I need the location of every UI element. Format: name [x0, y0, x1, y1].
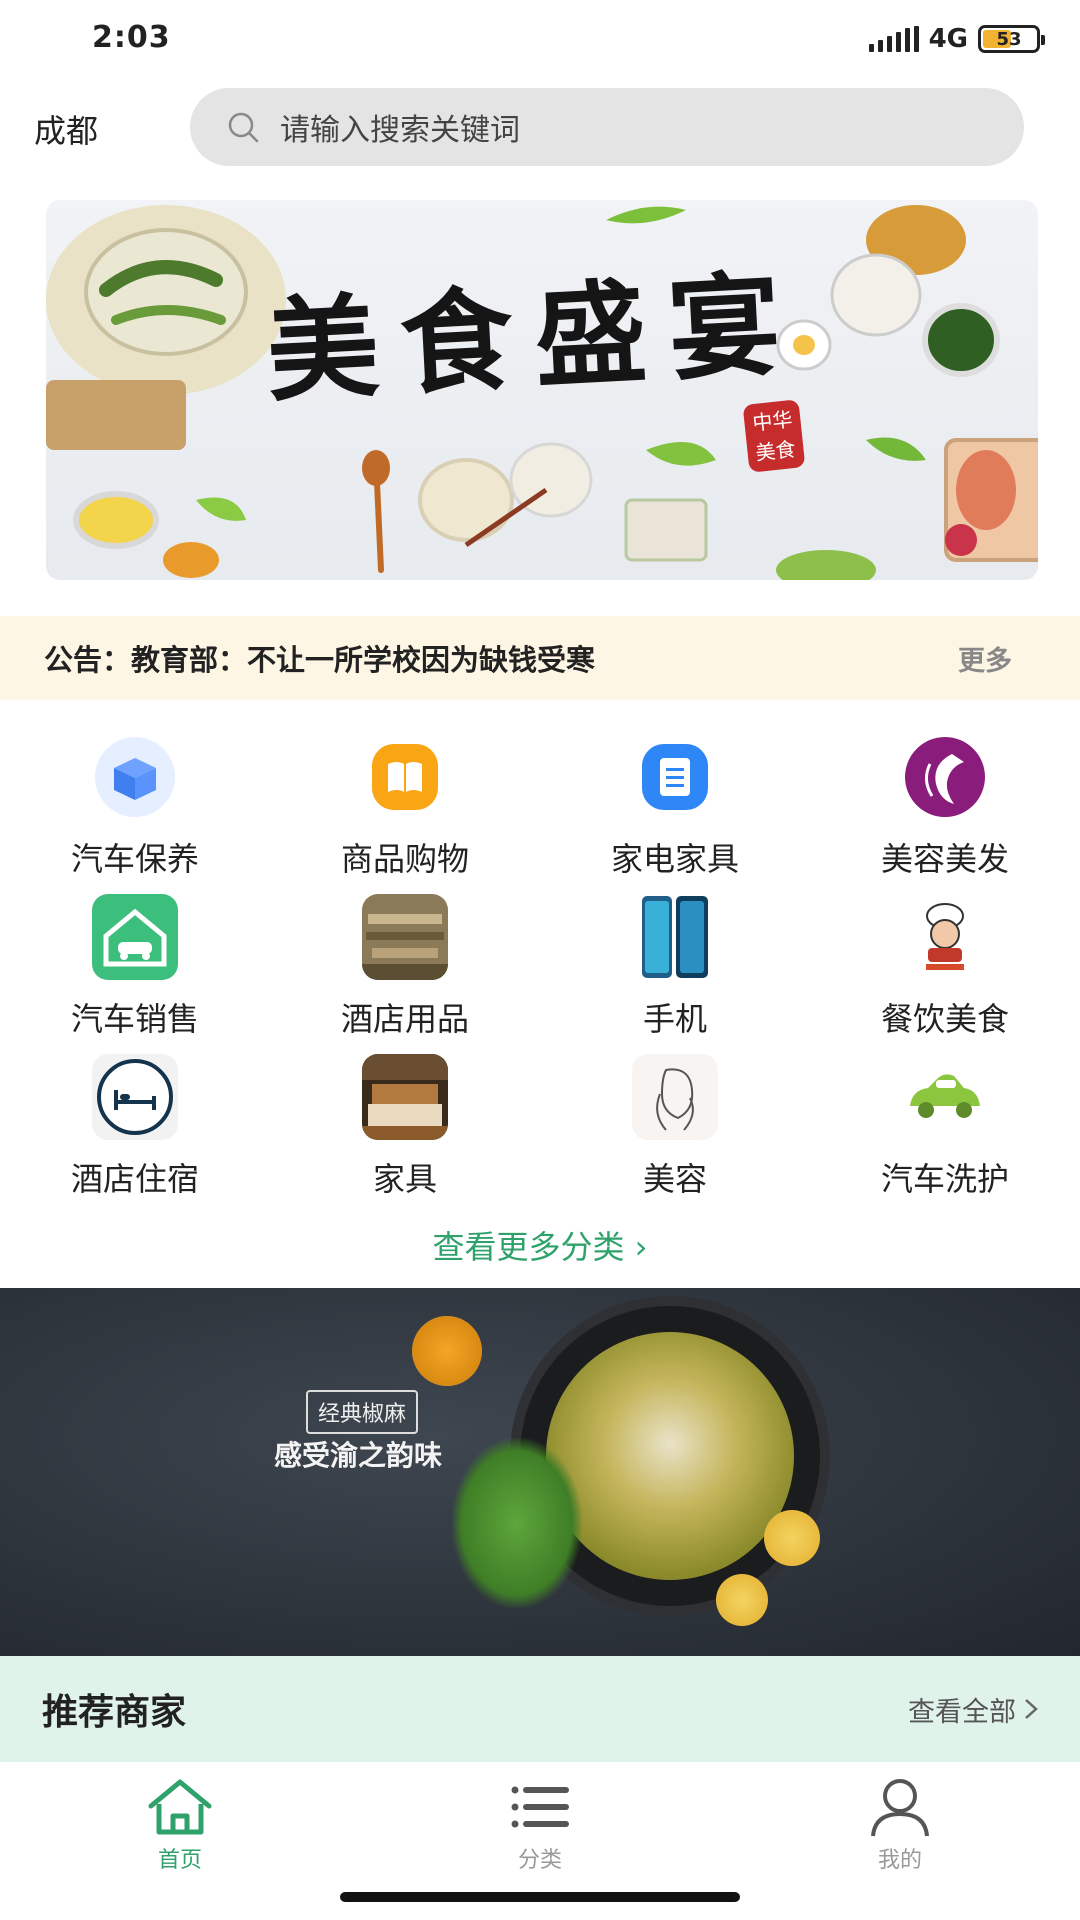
view-all-link[interactable]: 查看全部 [908, 1690, 1038, 1729]
city-selector[interactable]: 成都 [34, 106, 98, 152]
category-label: 餐饮美食 [880, 1000, 1009, 1038]
shopping-book-icon [362, 734, 448, 820]
hairdressing-icon [902, 734, 988, 820]
category-label: 美容 [642, 1160, 707, 1198]
nav-category-label: 分类 [517, 1848, 562, 1873]
chevron-right-icon [1025, 1699, 1038, 1719]
category-car-maintenance[interactable]: 汽车保养 [0, 730, 270, 890]
hotel-bed-icon [92, 1054, 178, 1140]
category-label: 家电家具 [610, 840, 739, 878]
status-time: 2:03 [92, 20, 171, 55]
category-appliances[interactable]: 家电家具 [540, 730, 810, 890]
search-input[interactable]: 请输入搜索关键词 [190, 88, 1024, 166]
category-hairdressing[interactable]: 美容美发 [810, 730, 1080, 890]
network-label: 4G [928, 24, 968, 54]
banner-soup [546, 1332, 794, 1580]
category-furniture[interactable]: 家具 [270, 1050, 540, 1210]
category-label: 手机 [642, 1000, 707, 1038]
category-phone[interactable]: 手机 [540, 890, 810, 1050]
appliance-clipboard-icon [632, 734, 718, 820]
user-icon [871, 1779, 929, 1837]
phone-icon [632, 894, 718, 980]
battery-icon: 53 [978, 25, 1045, 53]
car-sales-icon [92, 894, 178, 980]
recommended-merchants-header: 推荐商家 查看全部 [0, 1656, 1080, 1762]
search-icon [228, 112, 259, 143]
beauty-icon [632, 1054, 718, 1140]
car-maintenance-box-icon [92, 734, 178, 820]
category-car-wash[interactable]: 汽车洗护 [810, 1050, 1080, 1210]
status-indicators: 4G 53 [868, 24, 1045, 54]
banner-greens [452, 1438, 582, 1608]
announcement-bar[interactable]: 公告：教育部：不让一所学校因为缺钱受寒 更多 [0, 616, 1080, 700]
category-label: 商品购物 [340, 840, 469, 878]
car-wash-icon [902, 1054, 988, 1140]
catering-chef-icon [902, 894, 988, 980]
banner-bowl [412, 1316, 482, 1386]
promo-banner[interactable]: 经典椒麻 感受渝之韵味 [0, 1288, 1080, 1656]
home-icon [148, 1779, 212, 1835]
banner-lemon [764, 1510, 820, 1566]
category-hotel-stay[interactable]: 酒店住宿 [0, 1050, 270, 1210]
list-icon [511, 1786, 569, 1828]
hotel-supplies-icon [362, 894, 448, 980]
food-banner[interactable]: 美食盛宴 中华美食 [46, 200, 1038, 580]
category-beauty[interactable]: 美容 [540, 1050, 810, 1210]
category-label: 美容美发 [880, 840, 1009, 878]
announcement-more-link[interactable]: 更多 [958, 639, 1012, 678]
nav-home-label: 首页 [157, 1848, 202, 1873]
nav-profile-label: 我的 [877, 1848, 922, 1873]
battery-level: 53 [996, 28, 1022, 50]
home-indicator [340, 1892, 740, 1902]
category-label: 酒店住宿 [70, 1160, 199, 1198]
signal-icon [868, 26, 919, 52]
nav-home[interactable]: 首页 [0, 1762, 360, 1920]
category-hotel-supplies[interactable]: 酒店用品 [270, 890, 540, 1050]
banner-stamp: 中华美食 [742, 399, 806, 473]
category-shopping[interactable]: 商品购物 [270, 730, 540, 890]
view-all-label: 查看全部 [908, 1696, 1016, 1728]
category-label: 汽车保养 [70, 840, 199, 878]
category-car-sales[interactable]: 汽车销售 [0, 890, 270, 1050]
category-catering[interactable]: 餐饮美食 [810, 890, 1080, 1050]
promo-headline: 感受渝之韵味 [274, 1439, 443, 1472]
category-label: 家具 [372, 1160, 437, 1198]
banner-lemon [716, 1574, 768, 1626]
category-label: 酒店用品 [340, 1000, 469, 1038]
nav-profile[interactable]: 我的 [720, 1762, 1080, 1920]
category-label: 汽车洗护 [880, 1160, 1009, 1198]
announcement-text: 公告：教育部：不让一所学校因为缺钱受寒 [44, 643, 596, 677]
promo-tag: 经典椒麻 [306, 1390, 419, 1434]
banner-title: 美食盛宴 [263, 259, 806, 418]
search-placeholder: 请输入搜索关键词 [280, 113, 520, 148]
status-bar: 2:03 4G 53 [0, 0, 1080, 80]
category-label: 汽车销售 [70, 1000, 199, 1038]
furniture-icon [362, 1054, 448, 1140]
category-grid: 汽车保养 商品购物 家电家具 美容美发 汽车销售 酒店用品 手机 餐饮美食 酒店… [0, 730, 1080, 1210]
recommended-title: 推荐商家 [42, 1692, 187, 1733]
more-categories-link[interactable]: 查看更多分类 › [0, 1222, 1080, 1268]
